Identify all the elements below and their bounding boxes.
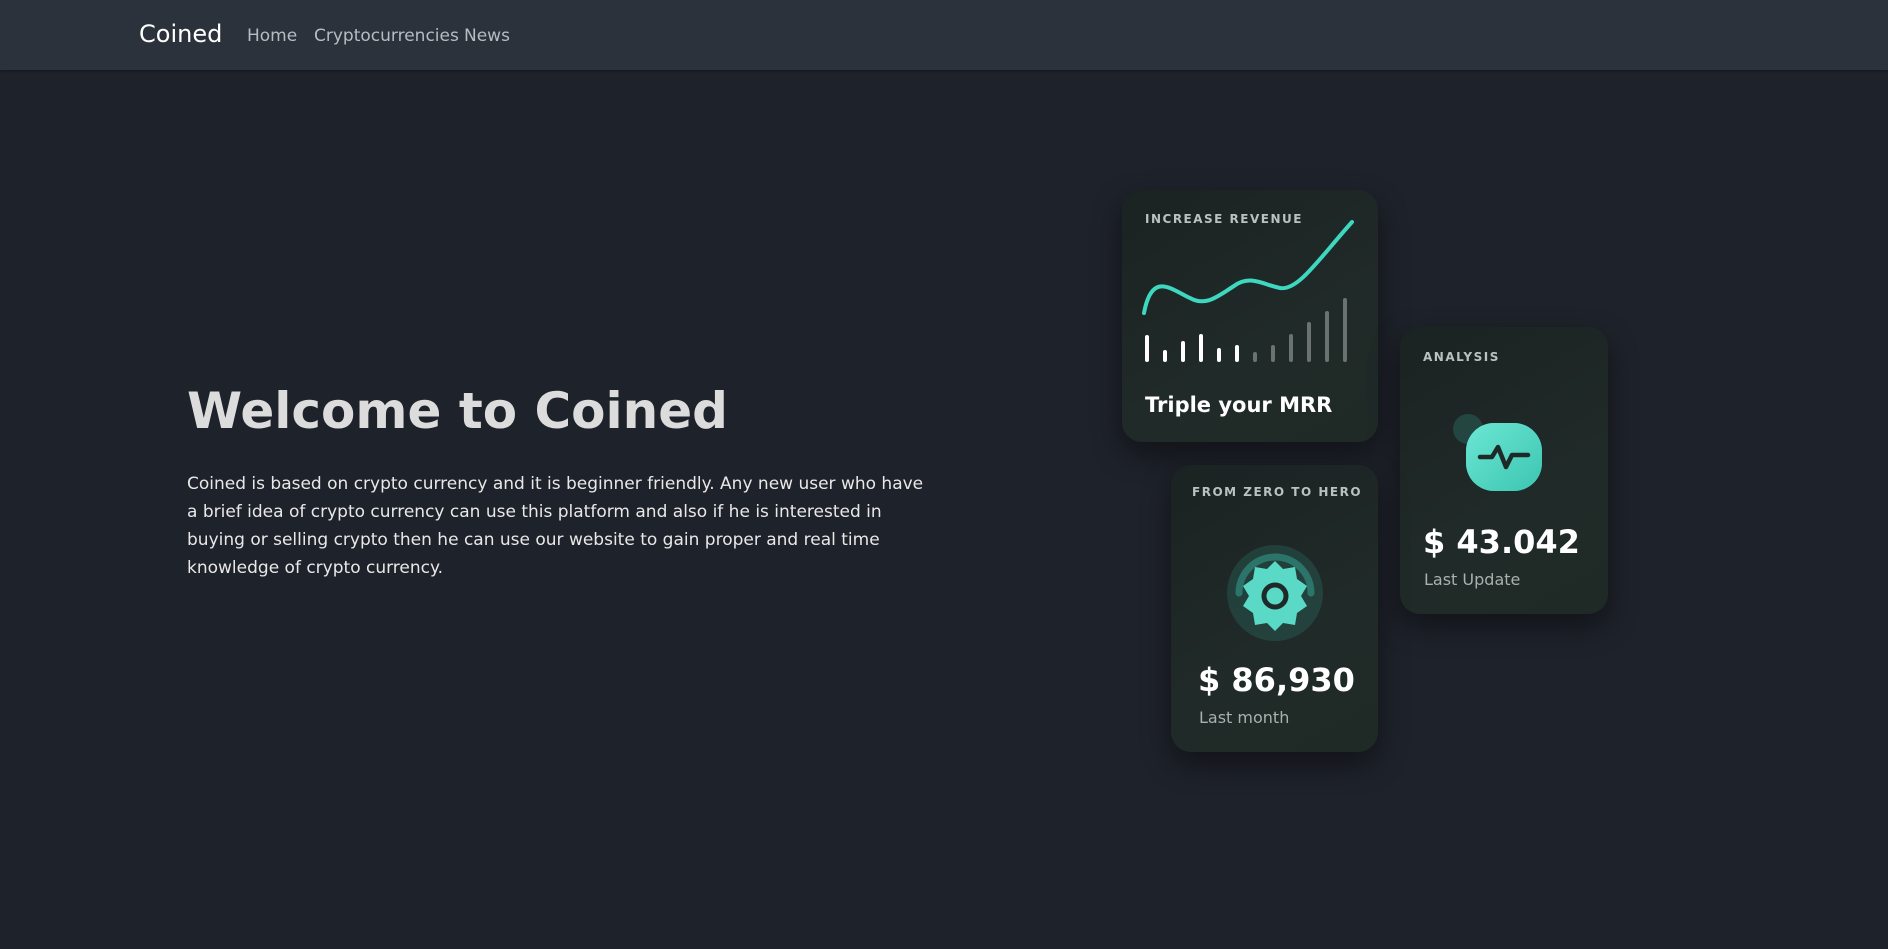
gear-icon — [1221, 539, 1331, 653]
revenue-card-headline: Triple your MRR — [1145, 393, 1333, 417]
analysis-sub: Last Update — [1424, 570, 1521, 589]
brand-logo[interactable]: Coined — [139, 20, 222, 48]
nav-link-cryptocurrencies[interactable]: Cryptocurrencies — [314, 26, 459, 46]
hero-card-label: FROM ZERO TO HERO — [1192, 485, 1363, 499]
hero-description: Coined is based on crypto currency and i… — [187, 474, 924, 578]
hero-title: Welcome to Coined — [187, 382, 728, 440]
hero-sub: Last month — [1199, 708, 1290, 727]
hero-value: $ 86,930 — [1198, 661, 1355, 699]
top-navbar: Coined Home Cryptocurrencies News — [0, 0, 1888, 70]
zero-to-hero-card: FROM ZERO TO HERO $ 86,930 Last month — [1171, 465, 1378, 752]
nav-link-home[interactable]: Home — [247, 26, 297, 46]
revenue-card: INCREASE REVENUE Triple your MRR — [1122, 190, 1378, 442]
analysis-value: $ 43.042 — [1423, 523, 1580, 561]
revenue-card-label: INCREASE REVENUE — [1145, 212, 1303, 226]
nav-link-news[interactable]: News — [464, 26, 510, 46]
revenue-trend-line — [1142, 220, 1354, 315]
analysis-card-label: ANALYSIS — [1423, 350, 1500, 364]
analysis-card: ANALYSIS $ 43.042 Last Update — [1400, 327, 1608, 614]
pulse-icon — [1448, 411, 1560, 505]
